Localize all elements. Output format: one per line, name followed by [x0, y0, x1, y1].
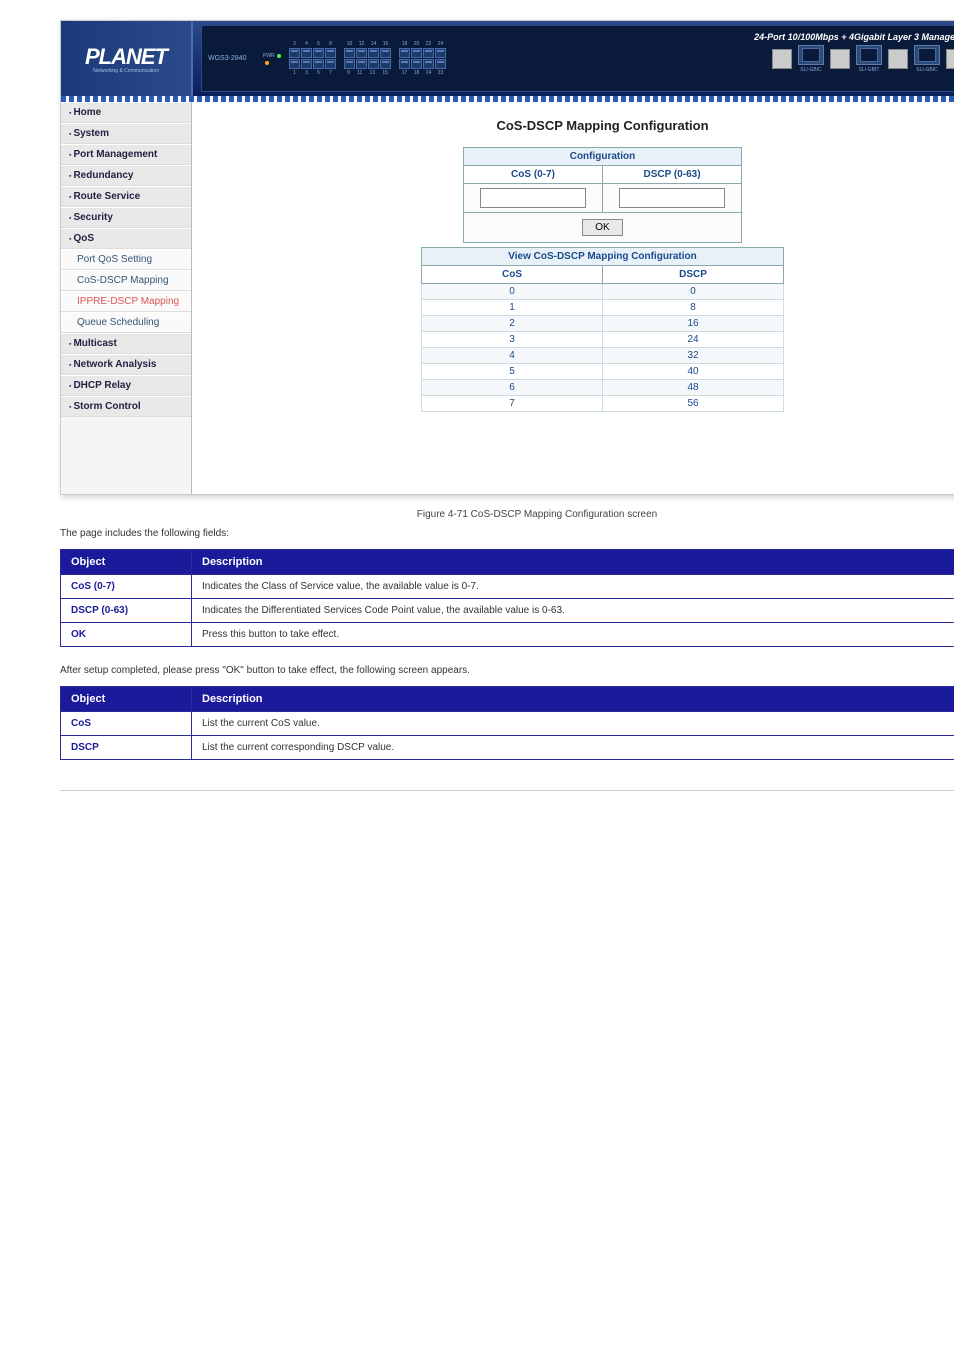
cos-input[interactable] — [480, 188, 586, 208]
figure-caption: Figure 4-71 CoS-DSCP Mapping Configurati… — [60, 509, 954, 520]
view-header: View CoS-DSCP Mapping Configuration — [422, 248, 784, 266]
gbic-slots: SLI-GBIC SLI-GBIT SLI-GBIC SLI-GBIT — [772, 45, 954, 73]
desc1-hdr-desc: Description — [192, 550, 954, 575]
view-col-cos: CoS — [422, 266, 603, 284]
dscp-input[interactable] — [619, 188, 725, 208]
table-row: DSCPList the current corresponding DSCP … — [61, 736, 954, 760]
brand-sub: Networking & Communication — [93, 68, 159, 74]
field-description-table-1: Object Description CoS (0-7)Indicates th… — [60, 549, 954, 647]
table-row: 756 — [422, 396, 784, 412]
nav-ippre-dscp-mapping[interactable]: IPPRE-DSCP Mapping — [61, 291, 191, 312]
view-col-dscp: DSCP — [603, 266, 784, 284]
nav-home[interactable]: Home — [61, 102, 191, 123]
nav-queue-scheduling[interactable]: Queue Scheduling — [61, 312, 191, 333]
table-row: OKPress this button to take effect. — [61, 623, 954, 647]
nav-system[interactable]: System — [61, 123, 191, 144]
table-row: 216 — [422, 316, 784, 332]
table-row: 648 — [422, 380, 784, 396]
desc2-hdr-desc: Description — [192, 687, 954, 712]
nav-sidebar: Home System Port Management Redundancy R… — [61, 102, 192, 494]
desc2-hdr-object: Object — [61, 687, 192, 712]
between-text: After setup completed, please press "OK"… — [60, 665, 954, 676]
nav-security[interactable]: Security — [61, 207, 191, 228]
dscp-header: DSCP (0-63) — [603, 166, 742, 184]
nav-route-service[interactable]: Route Service — [61, 186, 191, 207]
nav-cos-dscp-mapping[interactable]: CoS-DSCP Mapping — [61, 270, 191, 291]
nav-multicast[interactable]: Multicast — [61, 333, 191, 354]
table-row: 432 — [422, 348, 784, 364]
nav-network-analysis[interactable]: Network Analysis — [61, 354, 191, 375]
brand-logo: PLANET Networking & Communication — [61, 21, 193, 96]
nav-port-qos-setting[interactable]: Port QoS Setting — [61, 249, 191, 270]
fields-intro: The page includes the following fields: — [60, 528, 954, 539]
table-row: DSCP (0-63)Indicates the Differentiated … — [61, 599, 954, 623]
nav-storm-control[interactable]: Storm Control — [61, 396, 191, 417]
table-row: CoSList the current CoS value. — [61, 712, 954, 736]
ok-button[interactable]: OK — [582, 219, 622, 236]
content-area: CoS-DSCP Mapping Configuration Configura… — [192, 102, 954, 494]
brand-text: PLANET — [85, 44, 167, 70]
configuration-table: Configuration CoS (0-7) DSCP (0-63) OK — [463, 147, 742, 243]
page-title: CoS-DSCP Mapping Configuration — [222, 118, 954, 133]
page-number: 125 — [60, 790, 954, 808]
led-column: PWR — [263, 53, 283, 65]
nav-port-management[interactable]: Port Management — [61, 144, 191, 165]
device-panel: 24-Port 10/100Mbps + 4Gigabit Layer 3 Ma… — [201, 25, 954, 92]
port-groups: 2468 1357 10121416 9111315 18202224 — [289, 41, 446, 76]
device-banner: PLANET Networking & Communication 24-Por… — [61, 21, 954, 96]
desc1-hdr-object: Object — [61, 550, 192, 575]
table-row: CoS (0-7)Indicates the Class of Service … — [61, 575, 954, 599]
table-row: 540 — [422, 364, 784, 380]
table-row: 00 — [422, 284, 784, 300]
field-description-table-2: Object Description CoSList the current C… — [60, 686, 954, 760]
nav-redundancy[interactable]: Redundancy — [61, 165, 191, 186]
cfg-header: Configuration — [464, 148, 742, 166]
nav-dhcp-relay[interactable]: DHCP Relay — [61, 375, 191, 396]
table-row: 324 — [422, 332, 784, 348]
view-mapping-table: View CoS-DSCP Mapping Configuration CoS … — [421, 247, 784, 412]
device-tagline: 24-Port 10/100Mbps + 4Gigabit Layer 3 Ma… — [754, 32, 954, 42]
device-model: WGS3-2840 — [208, 55, 263, 62]
table-row: 18 — [422, 300, 784, 316]
app-screenshot: PLANET Networking & Communication 24-Por… — [60, 20, 954, 495]
cos-header: CoS (0-7) — [464, 166, 603, 184]
nav-qos[interactable]: QoS — [61, 228, 191, 249]
